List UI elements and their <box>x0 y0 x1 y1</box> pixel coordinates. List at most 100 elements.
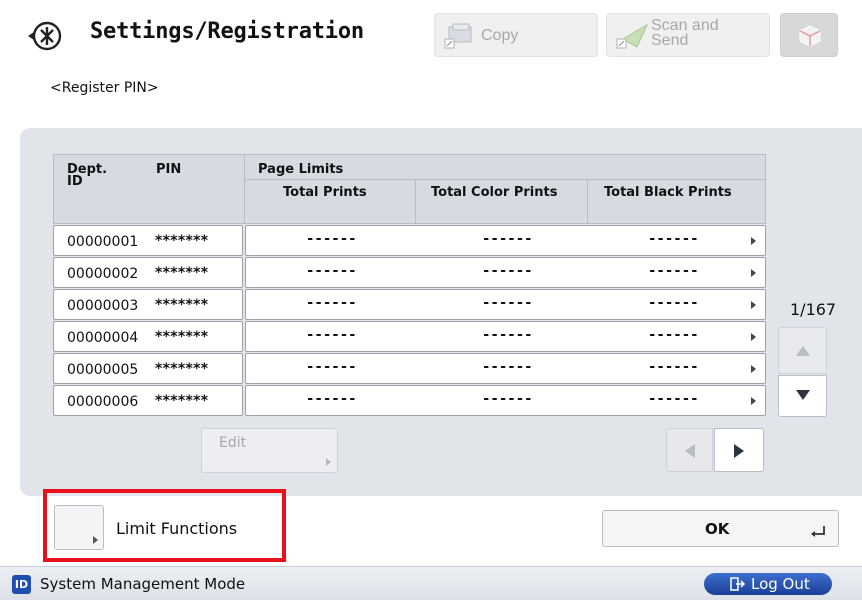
pin-value: ******* <box>155 393 209 409</box>
header-divider <box>415 179 416 223</box>
page-indicator: 1/167 <box>790 300 837 319</box>
copy-label: Copy <box>481 27 519 44</box>
pin-value: ******* <box>155 297 209 313</box>
total-prints-value: ------ <box>306 263 357 279</box>
up-arrow-icon <box>796 346 810 356</box>
left-arrow-icon <box>685 444 695 458</box>
app-title: Settings/Registration <box>90 19 364 44</box>
table-row[interactable]: 00000003 ******* ------ ------ ------ <box>53 289 766 320</box>
column-header-total-color-prints: Total Color Prints <box>431 185 558 200</box>
row-limits-cell: ------ ------ ------ <box>245 225 766 256</box>
table-row[interactable]: 00000005 ******* ------ ------ ------ <box>53 353 766 384</box>
row-arrow-icon <box>751 269 756 277</box>
table-row[interactable]: 00000001 ******* ------ ------ ------ <box>53 225 766 256</box>
total-prints-value: ------ <box>306 295 357 311</box>
total-black-prints-value: ------ <box>648 231 699 247</box>
total-color-prints-value: ------ <box>482 327 533 343</box>
function-menu-button[interactable] <box>780 13 838 57</box>
next-button[interactable] <box>714 428 764 472</box>
total-black-prints-value: ------ <box>648 359 699 375</box>
row-id-cell: 00000005 ******* <box>53 353 243 384</box>
row-limits-cell: ------ ------ ------ <box>245 353 766 384</box>
edit-label: Edit <box>219 435 247 451</box>
table-row[interactable]: 00000006 ******* ------ ------ ------ <box>53 385 766 416</box>
row-arrow-icon <box>751 237 756 245</box>
scroll-down-button[interactable] <box>778 375 827 417</box>
row-id-cell: 00000004 ******* <box>53 321 243 352</box>
row-id-cell: 00000006 ******* <box>53 385 243 416</box>
row-id-cell: 00000003 ******* <box>53 289 243 320</box>
dept-id: 00000006 <box>67 394 139 410</box>
edit-arrow-icon <box>326 458 331 466</box>
cube-icon <box>799 25 821 47</box>
total-black-prints-value: ------ <box>648 263 699 279</box>
row-limits-cell: ------ ------ ------ <box>245 289 766 320</box>
right-arrow-icon <box>734 444 744 458</box>
total-color-prints-value: ------ <box>482 263 533 279</box>
dept-id: 00000005 <box>67 362 139 378</box>
scroll-up-button[interactable] <box>778 327 827 374</box>
table-row[interactable]: 00000002 ******* ------ ------ ------ <box>53 257 766 288</box>
column-header-total-black-prints: Total Black Prints <box>604 185 732 200</box>
pin-value: ******* <box>155 329 209 345</box>
pin-value: ******* <box>155 361 209 377</box>
limit-functions-button[interactable] <box>54 505 104 550</box>
dept-header-line2: ID <box>67 174 83 189</box>
column-header-dept-id: Dept. ID <box>67 163 107 189</box>
total-black-prints-value: ------ <box>648 327 699 343</box>
total-prints-value: ------ <box>306 327 357 343</box>
limit-functions-arrow-icon <box>93 536 98 544</box>
system-mode-text: System Management Mode <box>40 575 246 593</box>
column-header-total-prints: Total Prints <box>283 185 367 200</box>
copy-button[interactable]: Copy <box>434 13 598 57</box>
logout-button[interactable]: Log Out <box>704 573 832 595</box>
pin-value: ******* <box>155 233 209 249</box>
row-id-cell: 00000001 ******* <box>53 225 243 256</box>
column-header-page-limits: Page Limits <box>258 162 344 177</box>
status-bar: ID System Management Mode Log Out <box>0 566 862 600</box>
settings-registration-icon <box>28 21 62 51</box>
row-id-cell: 00000002 ******* <box>53 257 243 288</box>
header-divider <box>587 179 588 223</box>
total-prints-value: ------ <box>306 231 357 247</box>
ok-button[interactable]: OK <box>602 510 839 547</box>
scan-and-send-button[interactable]: Scan and Send <box>606 13 770 57</box>
header-bar: Settings/Registration Copy Scan and Send <box>0 0 862 72</box>
ok-label: OK <box>705 520 730 538</box>
page-subtitle: <Register PIN> <box>50 80 159 96</box>
row-arrow-icon <box>751 301 756 309</box>
row-limits-cell: ------ ------ ------ <box>245 321 766 352</box>
column-header-pin: PIN <box>156 162 182 177</box>
logout-icon <box>730 577 746 591</box>
previous-button[interactable] <box>666 428 713 472</box>
total-prints-value: ------ <box>306 391 357 407</box>
row-limits-cell: ------ ------ ------ <box>245 257 766 288</box>
dept-id: 00000002 <box>67 266 139 282</box>
dept-id: 00000001 <box>67 234 139 250</box>
total-prints-value: ------ <box>306 359 357 375</box>
table-row[interactable]: 00000004 ******* ------ ------ ------ <box>53 321 766 352</box>
row-arrow-icon <box>751 365 756 373</box>
edit-button[interactable]: Edit <box>201 428 338 473</box>
scan-send-label: Scan and Send <box>651 18 719 49</box>
id-badge-icon: ID <box>12 575 31 594</box>
down-arrow-icon <box>796 390 810 400</box>
pin-value: ******* <box>155 265 209 281</box>
dept-id: 00000003 <box>67 298 139 314</box>
limit-functions-label: Limit Functions <box>116 519 238 538</box>
logout-label: Log Out <box>751 575 810 593</box>
copy-icon <box>444 23 472 49</box>
total-black-prints-value: ------ <box>648 391 699 407</box>
return-icon <box>811 526 825 537</box>
row-arrow-icon <box>751 397 756 405</box>
row-arrow-icon <box>751 333 756 341</box>
header-divider <box>245 179 766 180</box>
total-color-prints-value: ------ <box>482 231 533 247</box>
total-color-prints-value: ------ <box>482 295 533 311</box>
total-black-prints-value: ------ <box>648 295 699 311</box>
total-color-prints-value: ------ <box>482 391 533 407</box>
dept-id: 00000004 <box>67 330 139 346</box>
total-color-prints-value: ------ <box>482 359 533 375</box>
scan-send-icon <box>616 23 649 49</box>
header-divider <box>244 155 245 223</box>
